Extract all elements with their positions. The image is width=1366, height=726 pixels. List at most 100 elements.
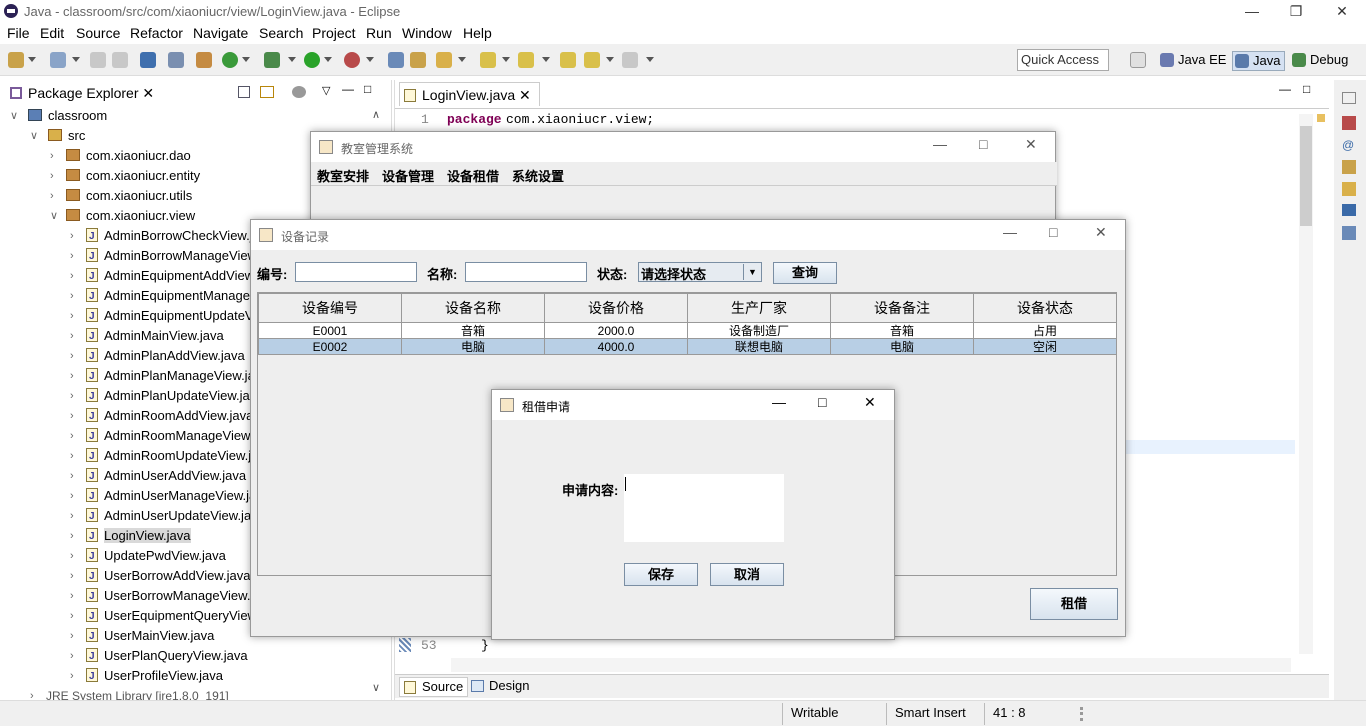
refresh-icon[interactable]	[222, 52, 238, 68]
close-button[interactable]: ✕	[1025, 136, 1037, 153]
tree-file[interactable]: ›AdminMainView.java	[70, 326, 224, 347]
problems-icon[interactable]	[1342, 116, 1356, 130]
menu-source[interactable]: Source	[76, 25, 120, 41]
tree-package[interactable]: › com.xiaoniucr.utils	[50, 186, 192, 206]
tree-project[interactable]: ∨ classroom	[10, 106, 107, 126]
package-explorer-tab[interactable]: Package Explorer ✕	[4, 82, 160, 104]
save-all-icon[interactable]	[112, 52, 128, 68]
open-perspective-icon[interactable]	[1130, 52, 1146, 68]
declaration-icon[interactable]	[1342, 160, 1356, 174]
javadoc-icon[interactable]: @	[1342, 138, 1354, 152]
tree-file[interactable]: ›AdminRoomUpdateView.java	[70, 446, 272, 467]
tree-file[interactable]: ›AdminPlanUpdateView.java	[70, 386, 263, 407]
tree-file[interactable]: ›UserBorrowManageView.java	[70, 586, 274, 607]
open-task-icon[interactable]	[388, 52, 404, 68]
minimize-editor-icon[interactable]: —	[1279, 82, 1291, 96]
content-textarea[interactable]	[624, 474, 784, 542]
close-button[interactable]: ✕	[864, 394, 876, 411]
tree-package[interactable]: › com.xiaoniucr.dao	[50, 146, 191, 166]
save-button[interactable]: 保存	[624, 563, 698, 586]
prev-annotation-icon[interactable]	[518, 52, 534, 68]
maximize-editor-icon[interactable]: □	[1303, 82, 1310, 96]
menu-equipment-manage[interactable]: 设备管理	[382, 166, 434, 185]
restore-button[interactable]: ❐	[1282, 2, 1310, 20]
next-annotation-icon[interactable]	[480, 52, 496, 68]
editor-hscrollbar[interactable]	[451, 658, 1291, 672]
tree-file[interactable]: ›LoginView.java	[70, 526, 191, 547]
save-icon[interactable]	[90, 52, 106, 68]
open-folder-icon[interactable]	[410, 52, 426, 68]
menu-search[interactable]: Search	[259, 25, 303, 41]
status-select[interactable]: 请选择状态 ▼	[638, 262, 762, 282]
close-tab-icon[interactable]: ✕	[142, 85, 154, 101]
tree-file[interactable]: ›UserPlanQueryView.java	[70, 646, 248, 667]
back-icon[interactable]	[584, 52, 600, 68]
menu-window[interactable]: Window	[402, 25, 452, 41]
tree-package[interactable]: ∨ com.xiaoniucr.view	[50, 206, 195, 226]
tree-file[interactable]: ›UpdatePwdView.java	[70, 546, 226, 567]
perspective-java-ee[interactable]: Java EE	[1158, 51, 1230, 71]
menu-file[interactable]: File	[7, 25, 30, 41]
minimize-view-icon[interactable]: —	[342, 82, 354, 96]
view-menu-icon[interactable]	[292, 86, 306, 98]
quick-access-input[interactable]: Quick Access	[1017, 49, 1109, 71]
collapse-all-icon[interactable]	[238, 86, 250, 98]
menu-system-settings[interactable]: 系统设置	[512, 166, 564, 185]
column-header[interactable]: 设备价格	[544, 293, 688, 323]
maximize-view-icon[interactable]: □	[364, 82, 371, 96]
minimize-button[interactable]: —	[1238, 2, 1266, 20]
run-icon[interactable]	[304, 52, 320, 68]
new-project-icon[interactable]	[50, 52, 66, 68]
column-header[interactable]: 设备编号	[258, 293, 402, 323]
tree-file[interactable]: ›AdminRoomAddView.java	[70, 406, 253, 427]
tree-file[interactable]: ›AdminBorrowCheckView.java	[70, 226, 274, 247]
tree-file[interactable]: ›AdminRoomManageView.java	[70, 426, 277, 447]
tree-package[interactable]: › com.xiaoniucr.entity	[50, 166, 200, 186]
debug-icon[interactable]	[264, 52, 280, 68]
skip-breakpoints-icon[interactable]	[168, 52, 184, 68]
tree-file[interactable]: ›AdminPlanManageView.java	[70, 366, 269, 387]
menu-classroom[interactable]: 教室安排	[317, 166, 369, 185]
perspective-java[interactable]: Java	[1232, 51, 1286, 71]
table-row-selected[interactable]: E0002 电脑 4000.0 联想电脑 电脑 空闲	[258, 338, 1117, 355]
console-view-icon[interactable]	[1342, 204, 1356, 216]
code-input[interactable]	[295, 262, 417, 282]
minimize-button[interactable]: —	[772, 394, 786, 410]
new-icon[interactable]	[8, 52, 24, 68]
close-button[interactable]: ✕	[1095, 224, 1107, 241]
tab-source[interactable]: Source	[399, 677, 469, 697]
menu-equipment-borrow[interactable]: 设备租借	[447, 166, 499, 185]
last-edit-icon[interactable]	[560, 52, 576, 68]
search-view-icon[interactable]	[1342, 182, 1356, 196]
close-button[interactable]: ✕	[1328, 2, 1356, 20]
perspective-debug[interactable]: Debug	[1290, 51, 1352, 71]
column-header[interactable]: 设备名称	[401, 293, 545, 323]
tree-file[interactable]: ›UserProfileView.java	[70, 666, 223, 687]
borrow-button[interactable]: 租借	[1030, 588, 1118, 620]
console-icon[interactable]	[140, 52, 156, 68]
menu-project[interactable]: Project	[312, 25, 356, 41]
status-drag-handle[interactable]	[1080, 707, 1083, 721]
link-editor-icon[interactable]	[260, 86, 274, 98]
view-dropdown-icon[interactable]: ▽	[322, 84, 330, 97]
query-button[interactable]: 查询	[773, 262, 837, 284]
editor-vscrollbar[interactable]	[1299, 114, 1313, 654]
maximize-button[interactable]: □	[979, 136, 987, 152]
maximize-button[interactable]: □	[1049, 224, 1057, 240]
tree-src[interactable]: ∨ src	[30, 126, 85, 146]
forward-icon[interactable]	[622, 52, 638, 68]
menu-edit[interactable]: Edit	[40, 25, 64, 41]
minimize-button[interactable]: —	[933, 136, 947, 152]
tab-design[interactable]: Design	[467, 677, 533, 697]
tree-file[interactable]: ›AdminUserAddView.java	[70, 466, 246, 487]
name-input[interactable]	[465, 262, 587, 282]
restore-icon[interactable]	[1342, 92, 1356, 104]
tree-file[interactable]: ›UserMainView.java	[70, 626, 214, 647]
tree-file[interactable]: ›AdminUserManageView.java	[70, 486, 270, 507]
tree-file[interactable]: ›AdminUserUpdateView.java	[70, 506, 265, 527]
coverage-icon[interactable]	[344, 52, 360, 68]
close-tab-icon[interactable]: ✕	[519, 87, 531, 103]
column-header[interactable]: 生产厂家	[687, 293, 831, 323]
outline-icon[interactable]	[1342, 226, 1356, 240]
maximize-button[interactable]: □	[818, 394, 826, 410]
